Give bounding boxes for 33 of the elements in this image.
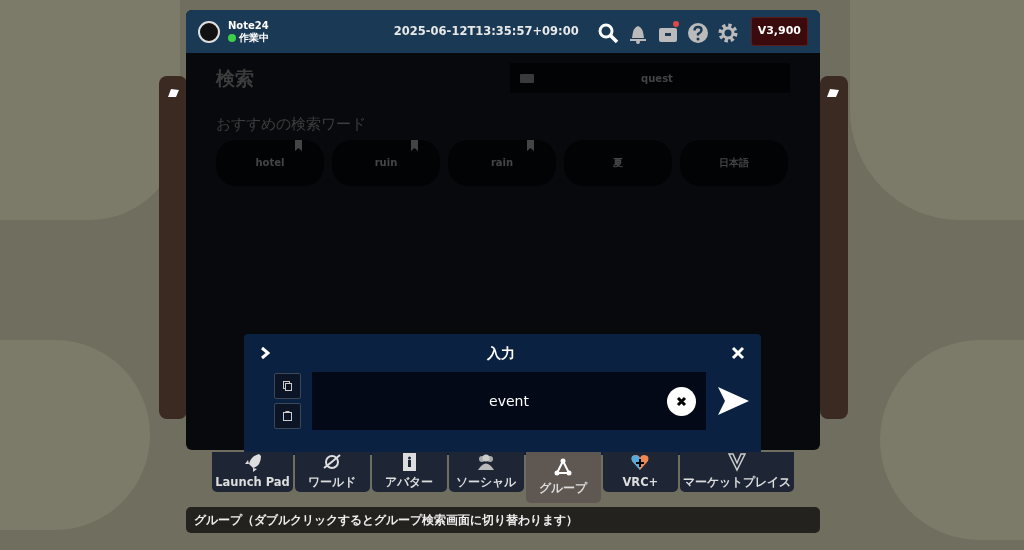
send-icon[interactable] <box>717 386 750 416</box>
balance[interactable]: V3,900 <box>750 17 808 46</box>
nav-tab[interactable]: VRC+ <box>602 452 678 492</box>
tooltip: グループ（ダブルクリックするとグループ検索画面に切り替わります） <box>186 507 820 533</box>
copy-icon <box>283 381 292 391</box>
status-dot <box>228 33 236 42</box>
avatar[interactable] <box>198 20 220 43</box>
box-icon[interactable] <box>656 20 679 43</box>
chevron-right-icon[interactable] <box>260 346 270 360</box>
network-icon <box>553 457 574 478</box>
feather-icon <box>826 88 840 98</box>
datetime: 2025-06-12T13:35:57+09:00 <box>393 22 579 40</box>
help-icon[interactable] <box>686 20 709 43</box>
dialog-title: 入力 <box>486 343 515 363</box>
close-icon <box>676 396 687 407</box>
clipboard-icon <box>283 411 292 421</box>
status-text: 作業中 <box>239 31 269 44</box>
feather-icon <box>166 88 180 98</box>
input-field[interactable]: event <box>312 372 706 430</box>
people-icon <box>476 452 497 473</box>
nav-tab[interactable]: ソーシャル <box>448 452 524 492</box>
v-logo-icon <box>726 452 747 473</box>
paste-button[interactable] <box>274 403 301 429</box>
copy-button[interactable] <box>274 373 301 399</box>
nav-tab[interactable]: グループ <box>525 452 601 503</box>
nav-tab[interactable]: アバター <box>371 452 447 492</box>
nav-tab[interactable]: マーケットプレイス <box>679 452 794 492</box>
nav-tab[interactable]: ワールド <box>294 452 370 492</box>
keyboard-icon <box>520 73 534 83</box>
notification-dot <box>672 20 679 27</box>
nav-tab[interactable]: Launch Pad <box>212 452 293 492</box>
close-icon[interactable] <box>731 346 745 360</box>
user-name: Note24 <box>228 19 269 32</box>
